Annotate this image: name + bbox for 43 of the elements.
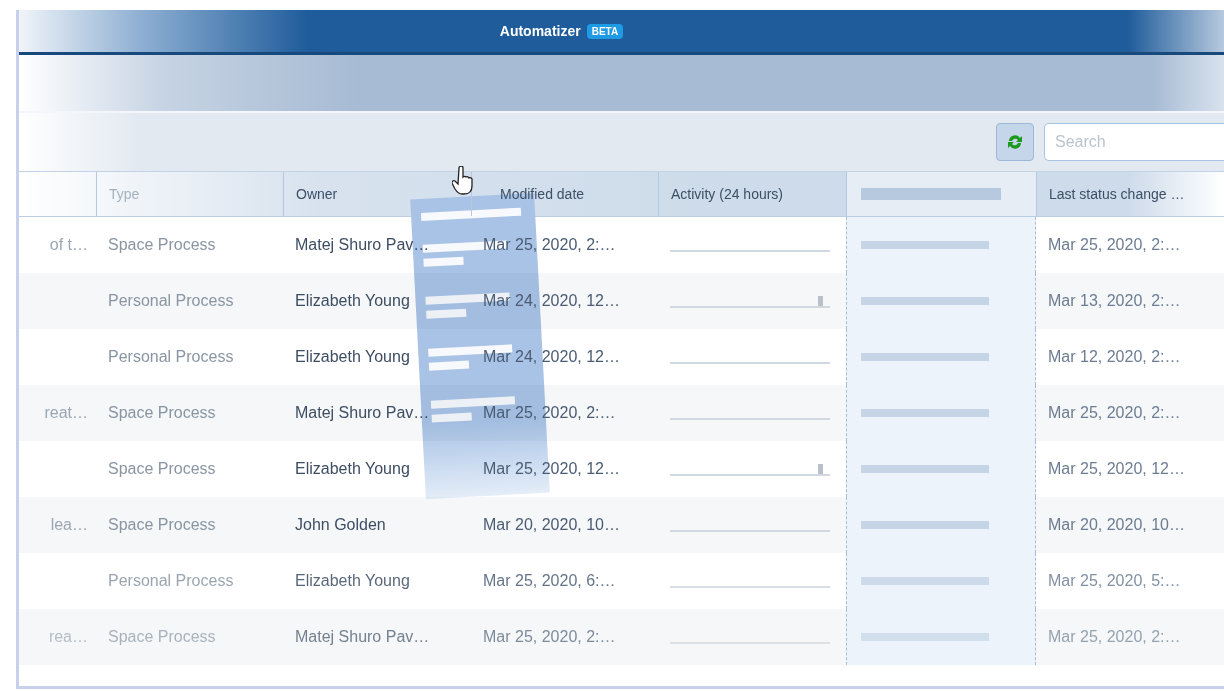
table-cell-text: Mar 12, 2020, 2:…: [1047, 347, 1182, 367]
table-cell-text: Matej Shuro Pav…: [294, 627, 431, 647]
search-field[interactable]: Search: [1044, 123, 1224, 161]
table-cell-text: Space Process: [107, 235, 217, 255]
table-cell-text: Mar 20, 2020, 10…: [482, 515, 621, 535]
table-cell-text: rea…: [47, 627, 89, 647]
table-cell-text: Space Process: [107, 627, 217, 647]
table-cell-text: Mar 25, 2020, 6:…: [482, 571, 617, 591]
table-cell-text: Personal Process: [107, 571, 235, 591]
table-cell-text: Mar 20, 2020, 10…: [1047, 515, 1186, 535]
table-cell-text: Mar 25, 2020, 2:…: [1047, 235, 1182, 255]
table-cell-text: Elizabeth Young: [294, 571, 411, 591]
table-cell-text: Elizabeth Young: [294, 459, 411, 479]
table-cell-text: Mar 25, 2020, 12…: [1047, 459, 1186, 479]
table-cell-text: Space Process: [107, 403, 217, 423]
table-cell-text: John Golden: [294, 515, 387, 535]
table-cell-text: Mar 25, 2020, 5:…: [1047, 571, 1182, 591]
table-cell-text: Mar 24, 2020, 12…: [482, 347, 621, 367]
table-cell-text: Matej Shuro Pav…: [294, 403, 431, 423]
table-cell-text: Mar 25, 2020, 2:…: [1047, 403, 1182, 423]
table-cell-text: Space Process: [107, 515, 217, 535]
table-cell-text: Space Process: [107, 459, 217, 479]
table-cell-text: Mar 25, 2020, 12…: [482, 459, 621, 479]
refresh-button[interactable]: [996, 123, 1034, 161]
table-cell-text: Matej Shuro Pav…: [294, 235, 431, 255]
table-cell-text: Personal Process: [107, 291, 235, 311]
column-header[interactable]: Last status change …: [1036, 172, 1224, 216]
table-cell-text: Mar 25, 2020, 2:…: [482, 235, 617, 255]
table-cell-text: Mar 25, 2020, 2:…: [1047, 627, 1182, 647]
table-cell-text: Elizabeth Young: [294, 347, 411, 367]
table-cell-text: reat…: [43, 403, 89, 423]
app-title: Automatizer: [499, 23, 581, 39]
table-cell-text: Elizabeth Young: [294, 291, 411, 311]
table-cell-text: lea…: [49, 515, 89, 535]
refresh-icon: [1006, 133, 1024, 151]
table-cell-text: Mar 24, 2020, 12…: [482, 291, 621, 311]
hand-cursor-icon: [452, 166, 474, 196]
table-cell-text: of t…: [48, 235, 89, 255]
beta-badge: BETA: [586, 23, 624, 39]
table-cell-text: Mar 25, 2020, 2:…: [482, 627, 617, 647]
table-cell-text: Mar 25, 2020, 2:…: [482, 403, 617, 423]
table-cell-text: Personal Process: [107, 347, 235, 367]
table-cell-text: Mar 13, 2020, 2:…: [1047, 291, 1182, 311]
